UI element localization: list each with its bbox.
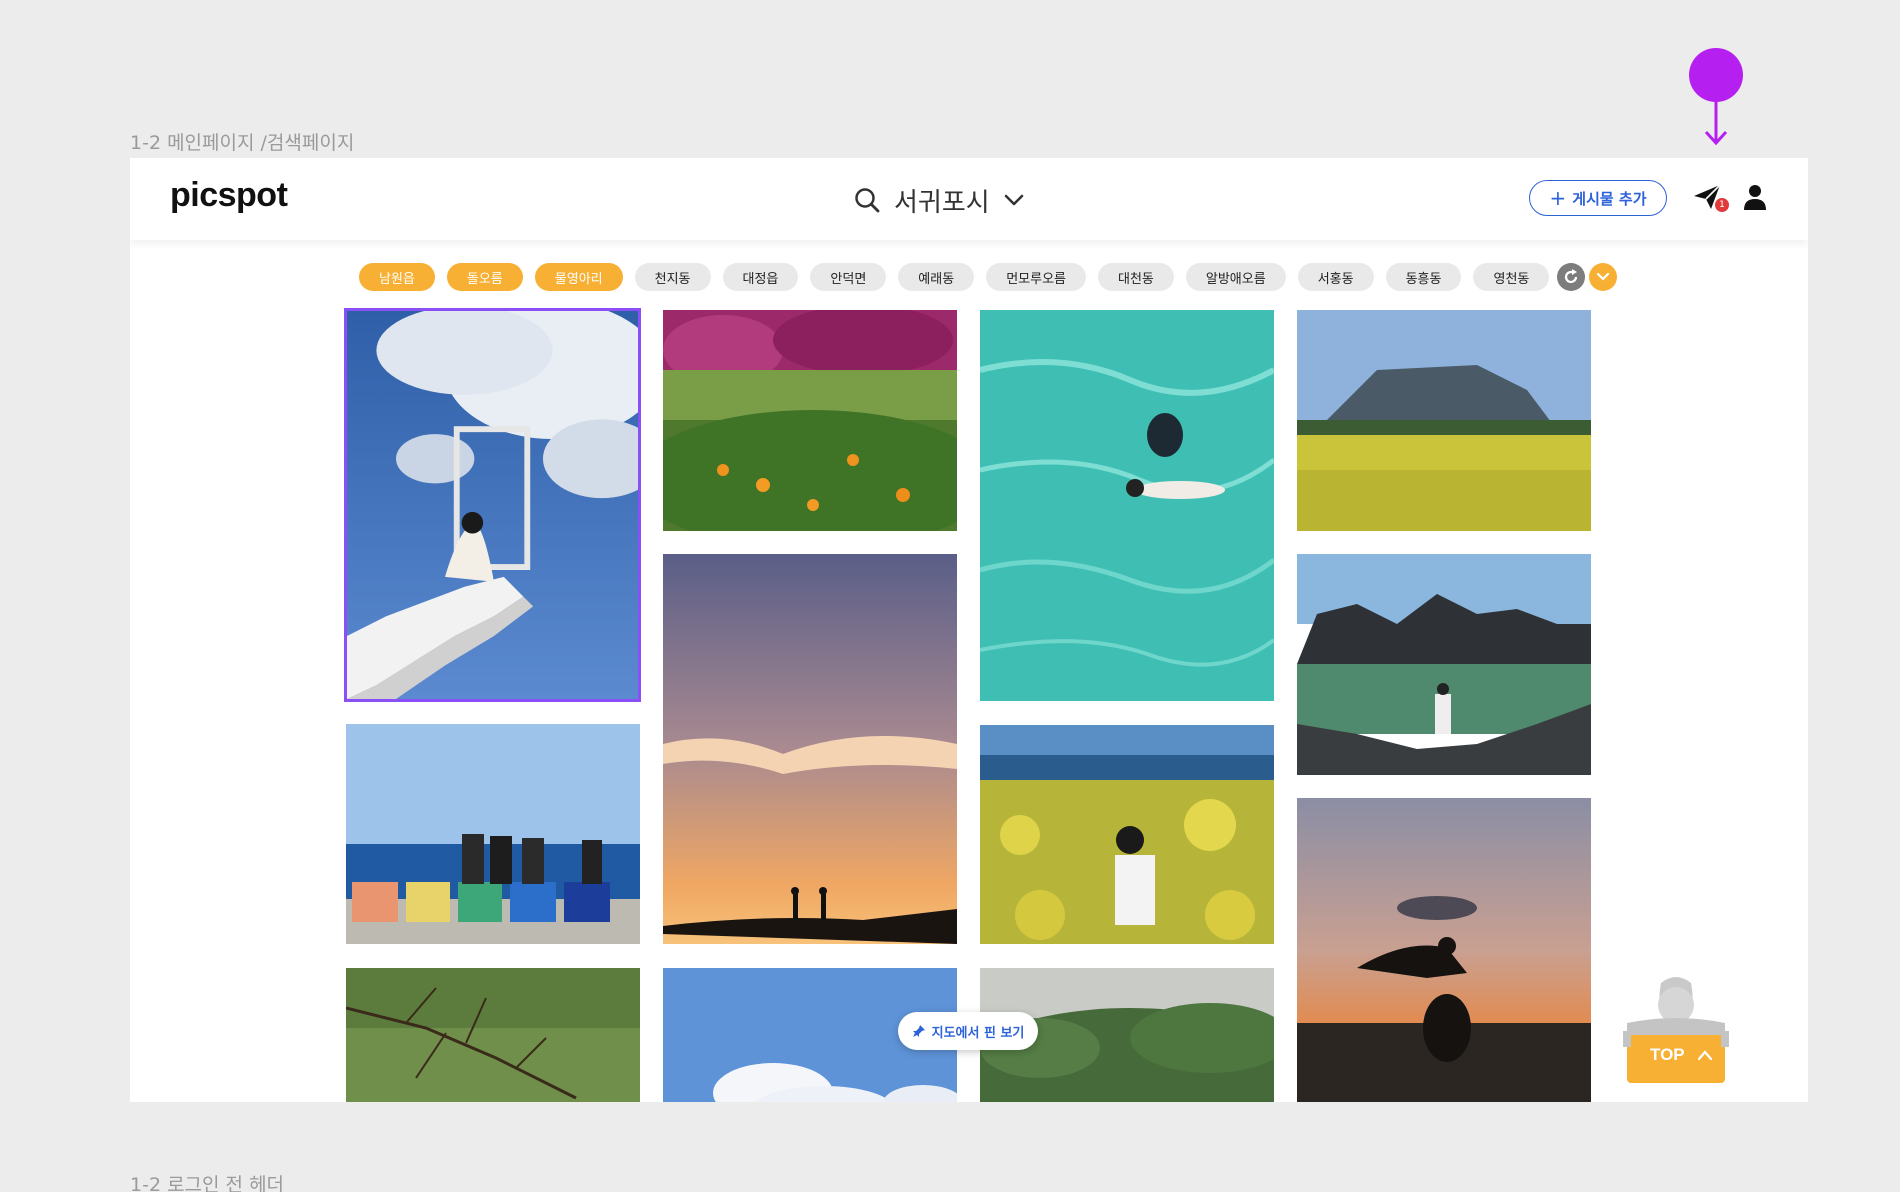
location-label: 서귀포시 <box>894 187 990 218</box>
view-pins-on-map-button[interactable]: 지도에서 핀 보기 <box>898 1012 1038 1050</box>
photo-branches-grass <box>346 968 640 1102</box>
region-chip[interactable]: 남원읍 <box>359 263 435 291</box>
chevron-down-icon[interactable] <box>1004 193 1024 207</box>
reset-filters-button[interactable] <box>1557 263 1586 291</box>
photo-woman-canola <box>980 725 1274 944</box>
photo-rocky-pool <box>1297 554 1591 775</box>
plus-icon: + <box>1549 186 1567 210</box>
search-icon <box>855 188 880 213</box>
app-frame: picspot 서귀포시 + 게시물 추가 1 남원읍 돌오름 물영아리 천지동… <box>130 158 1808 1102</box>
photo-card[interactable] <box>1297 554 1591 775</box>
photo-tangerine-orchard <box>663 310 957 531</box>
region-chip[interactable]: 대천동 <box>1098 263 1174 291</box>
photo-card[interactable] <box>980 725 1274 944</box>
photo-card[interactable] <box>663 310 957 531</box>
refresh-icon <box>1565 269 1578 284</box>
photo-sunset-couple <box>663 554 957 944</box>
region-chip[interactable]: 예래동 <box>898 263 975 291</box>
photo-card-selected[interactable] <box>344 308 641 702</box>
top-label: TOP <box>1650 1045 1685 1064</box>
region-chip[interactable]: 알방애오름 <box>1185 263 1286 291</box>
region-filter-chips: 남원읍 돌오름 물영아리 천지동 대정읍 안덕면 예래동 먼모루오름 대천동 알방애오름 서홍동 동흥… <box>359 263 1625 291</box>
region-chip[interactable]: 영천동 <box>1473 263 1550 291</box>
region-chip[interactable]: 서홍동 <box>1297 263 1374 291</box>
expand-filters-button[interactable] <box>1589 263 1618 291</box>
logo-text: picspot <box>170 176 288 214</box>
region-chip[interactable]: 돌오름 <box>446 263 523 291</box>
add-post-button[interactable]: + 게시물 추가 <box>1529 180 1667 216</box>
photo-card[interactable] <box>346 968 640 1102</box>
annotation-arrow-icon <box>1704 100 1728 146</box>
add-post-label: 게시물 추가 <box>1572 189 1647 208</box>
region-chip[interactable]: 동흥동 <box>1385 263 1462 291</box>
chevron-up-icon <box>1697 1050 1713 1061</box>
region-chip[interactable]: 천지동 <box>634 263 711 291</box>
notification-badge: 1 <box>1715 198 1729 212</box>
photo-infinity-pool-sunset <box>1297 798 1591 1102</box>
photo-mountain-canola <box>1297 310 1591 531</box>
chevron-down-icon <box>1597 272 1610 281</box>
photo-card[interactable] <box>346 724 640 944</box>
photo-card[interactable] <box>980 310 1274 701</box>
photo-friends-blocks <box>346 724 640 944</box>
region-chip[interactable]: 대정읍 <box>722 263 799 291</box>
logo[interactable]: picspot <box>170 176 288 215</box>
location-search[interactable]: 서귀포시 <box>854 180 1024 220</box>
scroll-to-top-button[interactable]: TOP <box>1623 973 1729 1089</box>
photo-card[interactable] <box>1297 798 1591 1102</box>
profile-button[interactable] <box>1743 184 1767 214</box>
photo-stairs-frame <box>347 311 638 699</box>
user-icon <box>1744 185 1766 210</box>
region-chip[interactable]: 안덕면 <box>810 263 887 291</box>
mascot-icon <box>1623 977 1729 1083</box>
annotation-marker <box>1689 48 1743 102</box>
pushpin-icon <box>912 1025 925 1037</box>
region-chip[interactable]: 물영아리 <box>534 263 623 291</box>
header: picspot 서귀포시 + 게시물 추가 1 <box>130 158 1808 240</box>
frame-label-main: 1-2 메인페이지 /검색페이지 <box>130 132 355 154</box>
photo-card[interactable] <box>663 554 957 944</box>
photo-card[interactable] <box>1297 310 1591 531</box>
messages-button[interactable]: 1 <box>1693 184 1733 216</box>
region-chip[interactable]: 먼모루오름 <box>986 263 1086 291</box>
view-pins-label: 지도에서 핀 보기 <box>931 1025 1025 1041</box>
photo-swimmer-turquoise <box>980 310 1274 701</box>
frame-label-header: 1-2 로그인 전 헤더 <box>130 1174 285 1192</box>
